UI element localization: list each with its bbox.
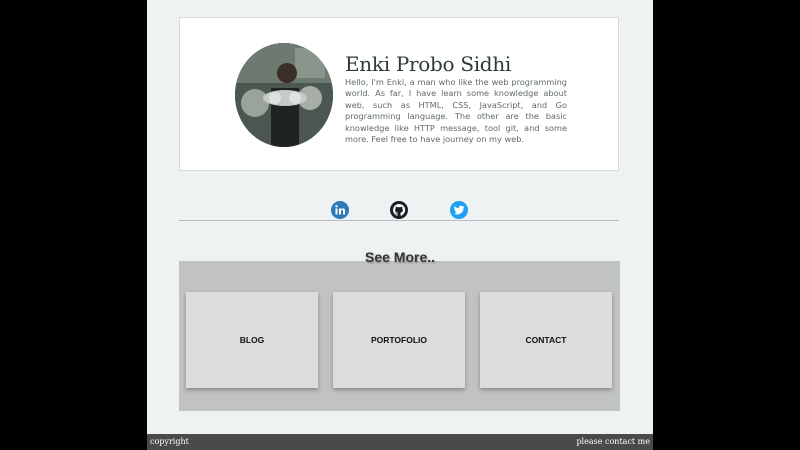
portfolio-card[interactable]: PORTOFOLIO	[333, 292, 465, 388]
twitter-icon	[453, 205, 465, 215]
linkedin-link[interactable]	[331, 201, 349, 219]
copyright-text: copyright	[150, 437, 189, 446]
profile-name: Enki Probo Sidhi	[345, 52, 511, 76]
twitter-link[interactable]	[450, 201, 468, 219]
contact-card[interactable]: CONTACT	[480, 292, 612, 388]
github-link[interactable]	[390, 201, 408, 219]
blog-card[interactable]: BLOG	[186, 292, 318, 388]
profile-card: Enki Probo Sidhi Hello, I'm Enki, a man …	[179, 17, 619, 171]
linkedin-icon	[335, 205, 345, 215]
contact-link[interactable]: please contact me	[576, 434, 650, 450]
github-icon	[393, 204, 406, 216]
profile-bio: Hello, I'm Enki, a man who like the web …	[345, 77, 567, 145]
see-more-panel: BLOG PORTOFOLIO CONTACT	[179, 261, 620, 411]
avatar	[235, 43, 333, 147]
social-links	[179, 198, 619, 221]
see-more-title: See More..	[364, 249, 436, 265]
footer: copyright please contact me	[147, 434, 653, 450]
page-container: Enki Probo Sidhi Hello, I'm Enki, a man …	[147, 0, 653, 434]
